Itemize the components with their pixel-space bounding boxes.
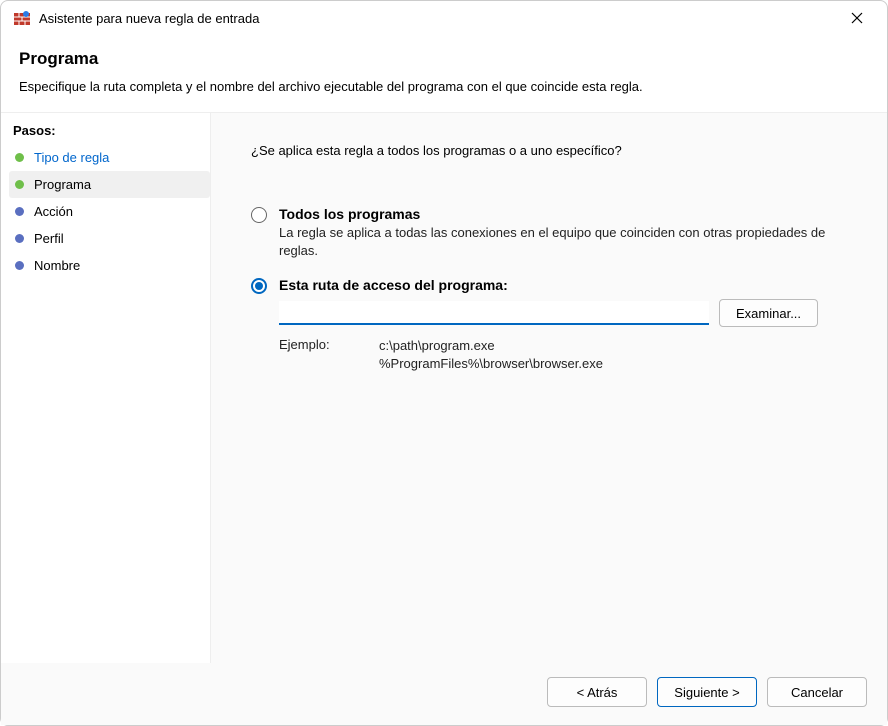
option-program-path[interactable]: Esta ruta de acceso del programa: Examin… — [251, 277, 859, 372]
back-button[interactable]: < Atrás — [547, 677, 647, 707]
step-label: Programa — [34, 177, 91, 192]
step-bullet-icon — [15, 207, 24, 216]
steps-sidebar: Pasos: Tipo de regla Programa Acción Per… — [1, 113, 211, 663]
page-title: Programa — [19, 49, 869, 69]
option-all-title: Todos los programas — [279, 206, 859, 222]
program-path-row: Examinar... — [279, 299, 859, 327]
example-row: Ejemplo: c:\path\program.exe %ProgramFil… — [279, 337, 859, 372]
step-bullet-icon — [15, 261, 24, 270]
option-all-desc: La regla se aplica a todas las conexione… — [279, 224, 859, 259]
step-bullet-icon — [15, 153, 24, 162]
step-label: Perfil — [34, 231, 64, 246]
question-text: ¿Se aplica esta regla a todos los progra… — [251, 143, 859, 158]
wizard-header: Programa Especifique la ruta completa y … — [1, 35, 887, 113]
step-nombre[interactable]: Nombre — [9, 252, 210, 279]
cancel-button[interactable]: Cancelar — [767, 677, 867, 707]
wizard-window: Asistente para nueva regla de entrada Pr… — [0, 0, 888, 726]
program-path-input[interactable] — [279, 301, 709, 325]
step-perfil[interactable]: Perfil — [9, 225, 210, 252]
titlebar: Asistente para nueva regla de entrada — [1, 1, 887, 35]
browse-button[interactable]: Examinar... — [719, 299, 818, 327]
example-label: Ejemplo: — [279, 337, 379, 372]
example-text: c:\path\program.exe %ProgramFiles%\brows… — [379, 337, 603, 372]
step-bullet-icon — [15, 234, 24, 243]
step-label: Tipo de regla — [34, 150, 109, 165]
radio-all-programs[interactable] — [251, 207, 267, 223]
close-icon — [851, 12, 863, 24]
step-label: Nombre — [34, 258, 80, 273]
close-button[interactable] — [837, 3, 877, 33]
step-label: Acción — [34, 204, 73, 219]
option-path-title: Esta ruta de acceso del programa: — [279, 277, 859, 293]
wizard-footer: < Atrás Siguiente > Cancelar — [1, 663, 887, 725]
radio-program-path[interactable] — [251, 278, 267, 294]
wizard-content: ¿Se aplica esta regla a todos los progra… — [211, 113, 887, 663]
page-subtitle: Especifique la ruta completa y el nombre… — [19, 79, 869, 94]
step-programa[interactable]: Programa — [9, 171, 210, 198]
steps-heading: Pasos: — [9, 121, 210, 144]
option-all-programs[interactable]: Todos los programas La regla se aplica a… — [251, 206, 859, 259]
step-bullet-icon — [15, 180, 24, 189]
wizard-body: Pasos: Tipo de regla Programa Acción Per… — [1, 113, 887, 663]
step-accion[interactable]: Acción — [9, 198, 210, 225]
next-button[interactable]: Siguiente > — [657, 677, 757, 707]
window-title: Asistente para nueva regla de entrada — [39, 11, 837, 26]
firewall-icon — [13, 9, 31, 27]
step-tipo-de-regla[interactable]: Tipo de regla — [9, 144, 210, 171]
